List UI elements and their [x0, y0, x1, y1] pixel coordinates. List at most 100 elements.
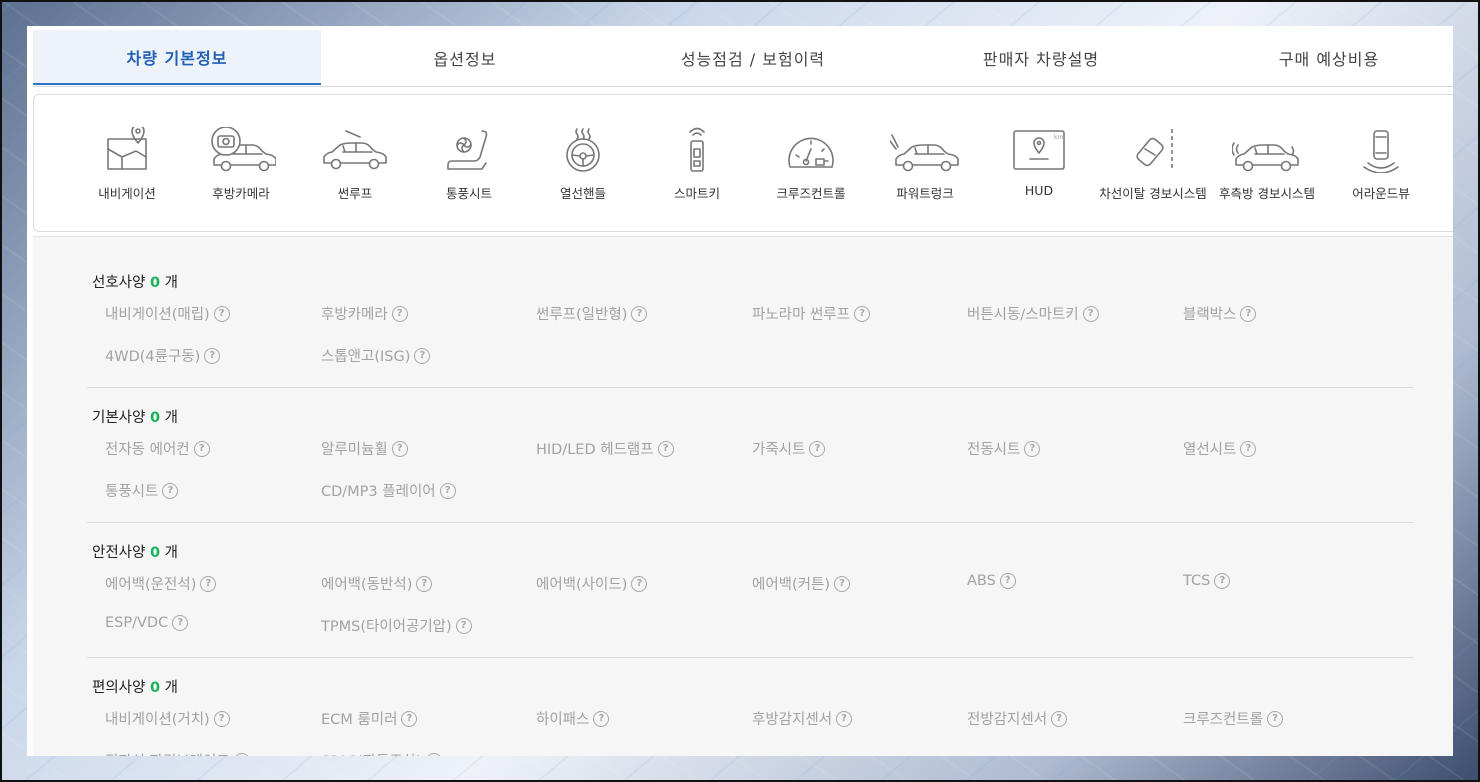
option-item: 파노라마 썬루프? — [752, 303, 870, 324]
key-option-navigation: 내비게이션 — [70, 124, 184, 202]
option-label: 스톱앤고(ISG) — [321, 349, 411, 365]
help-icon[interactable]: ? — [213, 305, 230, 322]
section-title-text: 기본사양 — [92, 410, 150, 426]
tab-inspection-insurance[interactable]: 성능점검 / 보험이력 — [609, 30, 897, 85]
section-count-unit: 개 — [160, 545, 179, 561]
key-option-power-trunk: 파워트렁크 — [868, 127, 982, 202]
help-icon[interactable]: ? — [1024, 440, 1041, 457]
option-item: SPAS(자동주차)? — [321, 750, 442, 756]
option-label: ABS — [967, 573, 996, 589]
help-icon[interactable]: ? — [999, 573, 1016, 589]
option-label: SPAS(자동주차) — [321, 750, 422, 756]
option-label: 썬루프(일반형) — [536, 307, 628, 323]
option-label: ESP/VDC — [105, 615, 169, 631]
help-icon[interactable]: ? — [204, 347, 221, 364]
key-option-label: 열선핸들 — [559, 186, 606, 201]
help-icon[interactable]: ? — [1240, 305, 1257, 322]
help-icon[interactable]: ? — [1267, 710, 1284, 727]
heated-steering-icon — [548, 127, 618, 177]
svg-text:km: km — [1054, 134, 1063, 141]
option-label: 에어백(사이드) — [536, 577, 628, 593]
help-icon[interactable]: ? — [1214, 573, 1231, 589]
option-item: 통풍시트? — [105, 480, 179, 501]
help-icon[interactable]: ? — [1051, 710, 1068, 727]
option-label: 버튼시동/스마트키 — [967, 307, 1079, 323]
option-label: CD/MP3 플레이어 — [321, 484, 436, 500]
option-label: 파노라마 썬루프 — [752, 307, 850, 323]
tab-seller-description[interactable]: 판매자 차량설명 — [897, 30, 1185, 85]
help-icon[interactable]: ? — [455, 617, 472, 634]
help-icon[interactable]: ? — [401, 710, 418, 727]
key-option-label: 크루즈컨트롤 — [776, 186, 846, 201]
help-icon[interactable]: ? — [836, 710, 853, 727]
help-icon[interactable]: ? — [425, 752, 442, 756]
option-label: 내비게이션(거치) — [105, 712, 210, 728]
option-item: 스톱앤고(ISG)? — [321, 345, 431, 366]
section-title-text: 선호사양 — [92, 275, 150, 291]
help-icon[interactable]: ? — [1082, 305, 1099, 322]
help-icon[interactable]: ? — [391, 305, 408, 322]
option-item: 에어백(커튼)? — [752, 573, 851, 594]
option-label: 블랙박스 — [1183, 307, 1237, 323]
option-item: 썬루프(일반형)? — [536, 303, 648, 324]
key-option-label: 후측방 경보시스템 — [1219, 186, 1315, 201]
help-icon[interactable]: ? — [631, 575, 648, 592]
help-icon[interactable]: ? — [834, 575, 851, 592]
help-icon[interactable]: ? — [631, 305, 648, 322]
tab-options[interactable]: 옵션정보 — [321, 30, 609, 85]
blind-spot-icon — [1231, 127, 1302, 177]
option-sections: 선호사양 0 개 내비게이션(매립)? 후방카메라? 썬루프(일반형)? 파노라마 썬루… — [33, 236, 1453, 756]
option-item: 4WD(4륜구동)? — [105, 345, 221, 366]
option-item: 전동시트? — [967, 438, 1041, 459]
option-label: 하이패스 — [536, 712, 590, 728]
tab-expected-cost[interactable]: 구매 예상비용 — [1185, 30, 1453, 85]
help-icon[interactable]: ? — [416, 575, 433, 592]
help-icon[interactable]: ? — [172, 615, 189, 631]
option-label: 에어백(커튼) — [752, 577, 831, 593]
help-icon[interactable]: ? — [1240, 440, 1257, 457]
help-icon[interactable]: ? — [854, 305, 870, 322]
key-option-lane-departure: 차선이탈 경보시스템 — [1096, 127, 1210, 202]
tab-basic-info[interactable]: 차량 기본정보 — [33, 30, 321, 85]
section-count: 0 — [149, 680, 161, 696]
option-label: 통풍시트 — [105, 484, 159, 500]
key-option-label: HUD — [1024, 183, 1054, 198]
option-item: 후방카메라? — [321, 303, 408, 324]
around-view-icon — [1346, 127, 1416, 177]
key-option-rear-camera: 후방카메라 — [184, 126, 298, 202]
key-option-blind-spot: 후측방 경보시스템 — [1210, 127, 1324, 202]
help-icon[interactable]: ? — [213, 710, 230, 727]
key-option-sunroof: 썬루프 — [298, 127, 412, 202]
help-icon[interactable]: ? — [439, 482, 456, 499]
option-item: ECM 룸미러? — [321, 708, 418, 729]
section-title-text: 편의사양 — [92, 680, 150, 696]
help-icon[interactable]: ? — [162, 482, 179, 499]
help-icon[interactable]: ? — [233, 752, 250, 756]
option-item: 크루즈컨트롤? — [1183, 708, 1284, 729]
key-option-cruise-control: 크루즈컨트롤 — [754, 127, 868, 202]
option-item: 에어백(사이드)? — [536, 573, 648, 594]
hud-icon: km — [1004, 127, 1074, 177]
option-item: 버튼시동/스마트키? — [967, 303, 1099, 324]
cruise-control-icon — [776, 127, 846, 177]
help-icon[interactable]: ? — [657, 440, 674, 457]
section-count-unit: 개 — [160, 410, 179, 426]
section-count-unit: 개 — [160, 275, 179, 291]
option-label: 에어백(동반석) — [321, 577, 413, 593]
option-item: HID/LED 헤드램프? — [536, 438, 674, 459]
help-icon[interactable]: ? — [414, 347, 431, 364]
option-item: 알루미늄휠? — [321, 438, 408, 459]
key-option-label: 어라운드뷰 — [1352, 186, 1410, 201]
ventilated-seat-icon — [434, 127, 504, 177]
section-divider — [87, 387, 1413, 388]
option-label: ECM 룸미러 — [321, 712, 398, 728]
rear-camera-icon — [206, 126, 277, 177]
help-icon[interactable]: ? — [809, 440, 826, 457]
key-option-label: 후방카메라 — [212, 186, 270, 201]
help-icon[interactable]: ? — [193, 440, 210, 457]
help-icon[interactable]: ? — [593, 710, 610, 727]
option-label: 4WD(4륜구동) — [105, 349, 201, 365]
help-icon[interactable]: ? — [391, 440, 408, 457]
option-item: 전자식 파킹브레이크? — [105, 750, 250, 756]
help-icon[interactable]: ? — [200, 575, 217, 592]
